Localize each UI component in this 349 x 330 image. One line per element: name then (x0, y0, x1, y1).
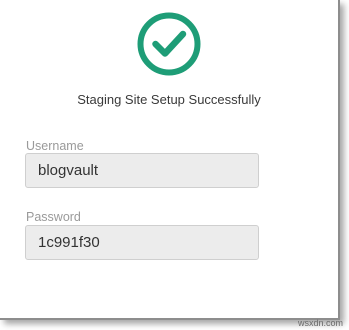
password-label: Password (26, 210, 81, 224)
check-circle-icon (137, 12, 201, 76)
status-message: Staging Site Setup Successfully (77, 92, 261, 107)
password-field[interactable] (25, 225, 259, 260)
staging-success-panel: Staging Site Setup Successfully Username… (0, 0, 340, 320)
username-field[interactable] (25, 153, 259, 188)
username-label: Username (26, 139, 84, 153)
screenshot-stage: Staging Site Setup Successfully Username… (0, 0, 349, 330)
watermark: wsxdn.com (297, 318, 343, 328)
